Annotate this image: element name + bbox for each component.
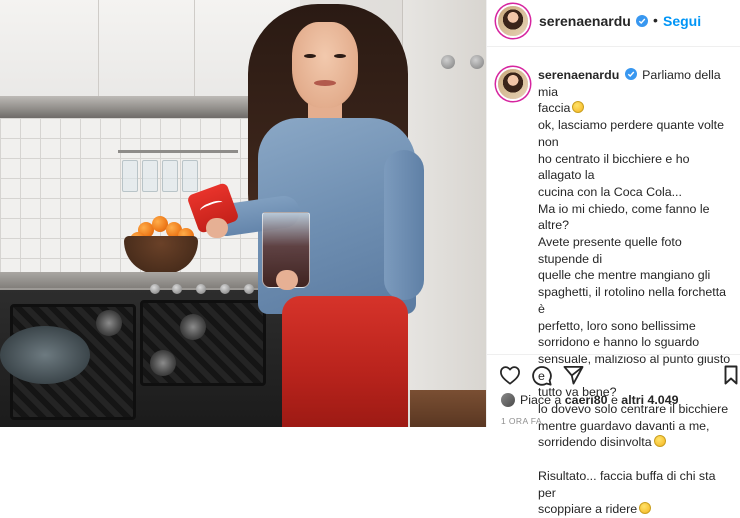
header-separator: • (653, 12, 658, 28)
caption-line: quelle che mentre mangiano gli (538, 268, 711, 283)
emoji-icon (639, 502, 652, 515)
caption-avatar[interactable] (498, 69, 528, 99)
hand (276, 270, 298, 290)
lips (314, 80, 336, 86)
emoji-icon (572, 101, 585, 114)
upper-cabinet (0, 0, 290, 105)
eye (334, 54, 346, 58)
caption-line: sorridendo disinvolta (538, 434, 734, 451)
likes-conjunction: e (607, 393, 622, 407)
avatar[interactable] (498, 6, 528, 36)
caption-line: cucina con la Coca Cola... (538, 184, 682, 199)
caption-line: Ma io mi chiedo, come fanno le altre? (538, 201, 710, 233)
hanging-glass (142, 160, 158, 192)
caption-line: scoppiare a ridere (538, 501, 734, 518)
follow-button[interactable]: Segui (663, 13, 701, 29)
caption-line: sorridono e hanno lo sguardo (538, 335, 700, 350)
liker-username[interactable]: caeri80 (565, 393, 608, 407)
eye (304, 54, 316, 58)
caption-line: Avete presente quelle foto stupende di (538, 235, 682, 266)
post-timestamp[interactable]: 1 ORA FA (501, 416, 542, 426)
wall-knob (441, 55, 455, 69)
likes-summary: Piace a caeri80 e altri 4.049 (520, 393, 678, 407)
post-caption: serenaenardu Parliamo della mia faccia o… (538, 67, 734, 518)
caption-line: spaghetti, il rotolino nella forchetta è (538, 285, 727, 316)
caption-line: perfetto, loro sono bellissime (538, 318, 696, 333)
caption-text: faccia (538, 101, 571, 116)
bookmark-icon[interactable] (724, 365, 738, 390)
emoji-icon (653, 435, 666, 448)
comment-icon[interactable] (531, 365, 552, 391)
caption-line: ok, lasciamo perdere quante volte non (538, 118, 724, 149)
hand (206, 218, 228, 238)
header-username[interactable]: serenaenardu (539, 13, 631, 29)
caption-first-line: serenaenardu Parliamo della mia (538, 67, 734, 100)
wall-knob (470, 55, 484, 69)
hanging-glass (182, 160, 198, 192)
red-leather-skirt (282, 296, 408, 427)
caption-line: ho centrato il bicchiere e ho allagato l… (538, 151, 690, 183)
paper-plane-icon[interactable] (563, 365, 584, 390)
right-arm (384, 150, 424, 300)
caption-line: Risultato... faccia buffa di chi sta per (538, 468, 716, 500)
glass-rail (118, 150, 238, 153)
post-header: serenaenardu • Segui (487, 0, 740, 47)
likes-prefix: Piace a (520, 393, 565, 407)
frying-pan (0, 326, 90, 384)
face (292, 22, 358, 108)
heart-icon[interactable] (499, 365, 521, 390)
likes-count[interactable]: altri 4.049 (621, 393, 678, 407)
post-photo[interactable] (0, 0, 486, 427)
hanging-glass (162, 160, 178, 192)
caption-line: faccia (538, 100, 734, 117)
liker-avatar[interactable] (501, 393, 515, 407)
hanging-glass (122, 160, 138, 192)
wood-floor (410, 390, 486, 427)
post-side-panel: serenaenardu • Segui serenaenardu Parlia… (486, 0, 740, 516)
caption-text: scoppiare a ridere (538, 502, 638, 517)
caption-username[interactable]: serenaenardu (538, 68, 619, 82)
verified-badge-icon (624, 68, 637, 80)
verified-badge-icon (636, 15, 648, 27)
caption-text: sorridendo disinvolta (538, 435, 652, 450)
